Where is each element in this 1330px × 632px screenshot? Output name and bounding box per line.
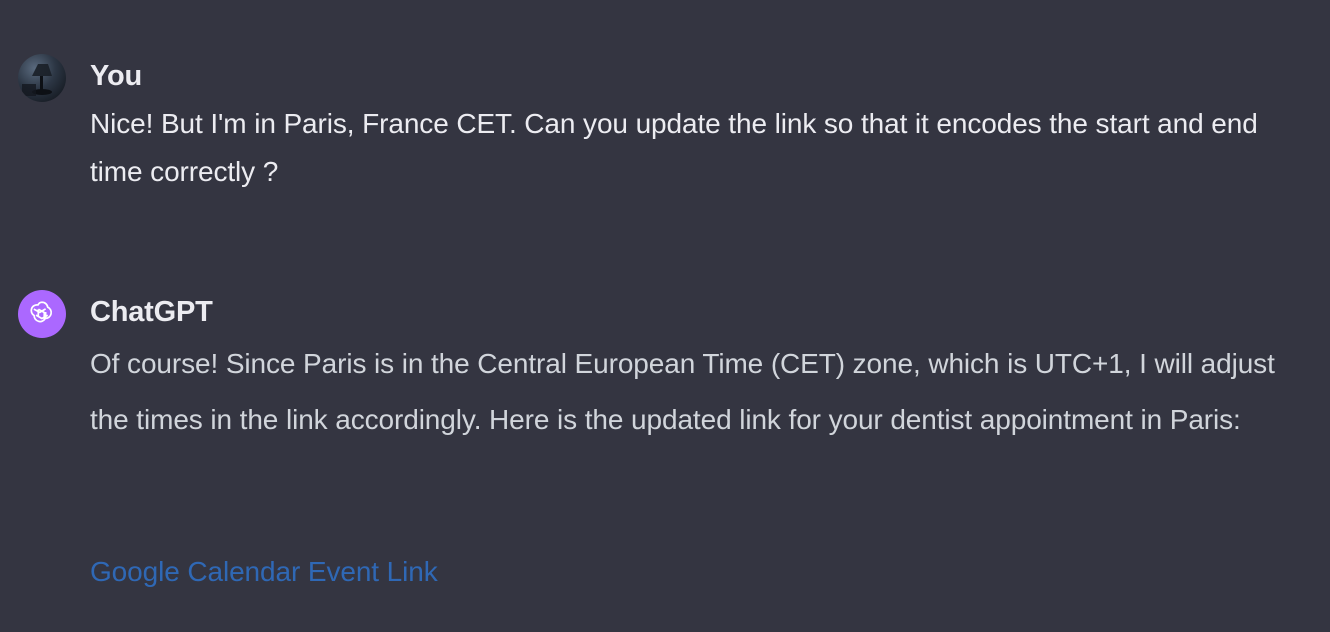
assistant-avatar xyxy=(18,290,66,338)
user-message-text: Nice! But I'm in Paris, France CET. Can … xyxy=(90,108,1258,187)
user-author-name: You xyxy=(90,60,143,92)
user-avatar-photo-icon xyxy=(22,64,52,96)
assistant-author-name: ChatGPT xyxy=(90,296,213,328)
assistant-message-text: Of course! Since Paris is in the Central… xyxy=(90,348,1275,435)
google-calendar-event-link[interactable]: Google Calendar Event Link xyxy=(90,544,438,600)
openai-logo-icon xyxy=(30,301,53,323)
user-avatar xyxy=(18,54,66,102)
